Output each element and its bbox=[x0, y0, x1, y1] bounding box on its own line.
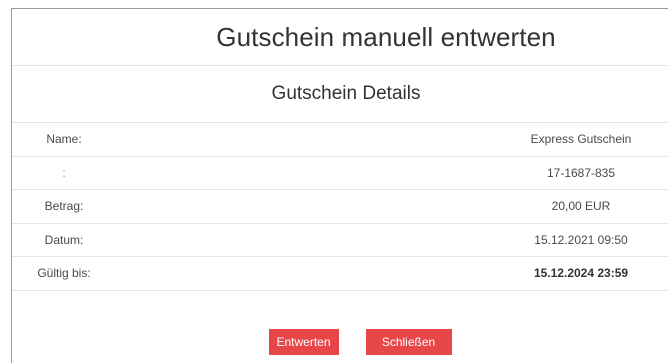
detail-value-name: Express Gutschein bbox=[530, 132, 632, 147]
detail-row-valid-until: Gültig bis: 15.12.2024 23:59 bbox=[12, 257, 668, 291]
detail-row-date: Datum: 15.12.2021 09:50 bbox=[12, 224, 668, 257]
details-title: Gutschein Details bbox=[271, 83, 421, 104]
detail-value-date: 15.12.2021 09:50 bbox=[534, 232, 628, 247]
detail-row-code: : 17-1687-835 bbox=[12, 157, 668, 190]
close-button[interactable]: Schließen bbox=[365, 329, 452, 355]
redeem-button[interactable]: Entwerten bbox=[268, 329, 339, 355]
detail-value-amount: 20,00 EUR bbox=[551, 199, 611, 214]
dialog-header: Gutschein manuell entwerten bbox=[12, 9, 668, 66]
detail-label-date: Datum: bbox=[44, 232, 84, 247]
detail-value-valid-until: 15.12.2024 23:59 bbox=[533, 266, 629, 281]
detail-label-valid-until: Gültig bis: bbox=[37, 266, 91, 281]
detail-row-name: Name: Express Gutschein bbox=[12, 123, 668, 157]
detail-label-name: Name: bbox=[46, 132, 82, 147]
voucher-dialog: Gutschein manuell entwerten Gutschein De… bbox=[11, 8, 668, 363]
detail-label-amount: Betrag: bbox=[44, 199, 84, 214]
details-section-header: Gutschein Details bbox=[12, 66, 668, 123]
dialog-actions: Entwerten Schließen bbox=[12, 329, 668, 355]
detail-value-code: 17-1687-835 bbox=[546, 165, 616, 180]
detail-label-code: : bbox=[62, 165, 66, 180]
detail-row-amount: Betrag: 20,00 EUR bbox=[12, 190, 668, 224]
dialog-title: Gutschein manuell entwerten bbox=[216, 21, 556, 52]
